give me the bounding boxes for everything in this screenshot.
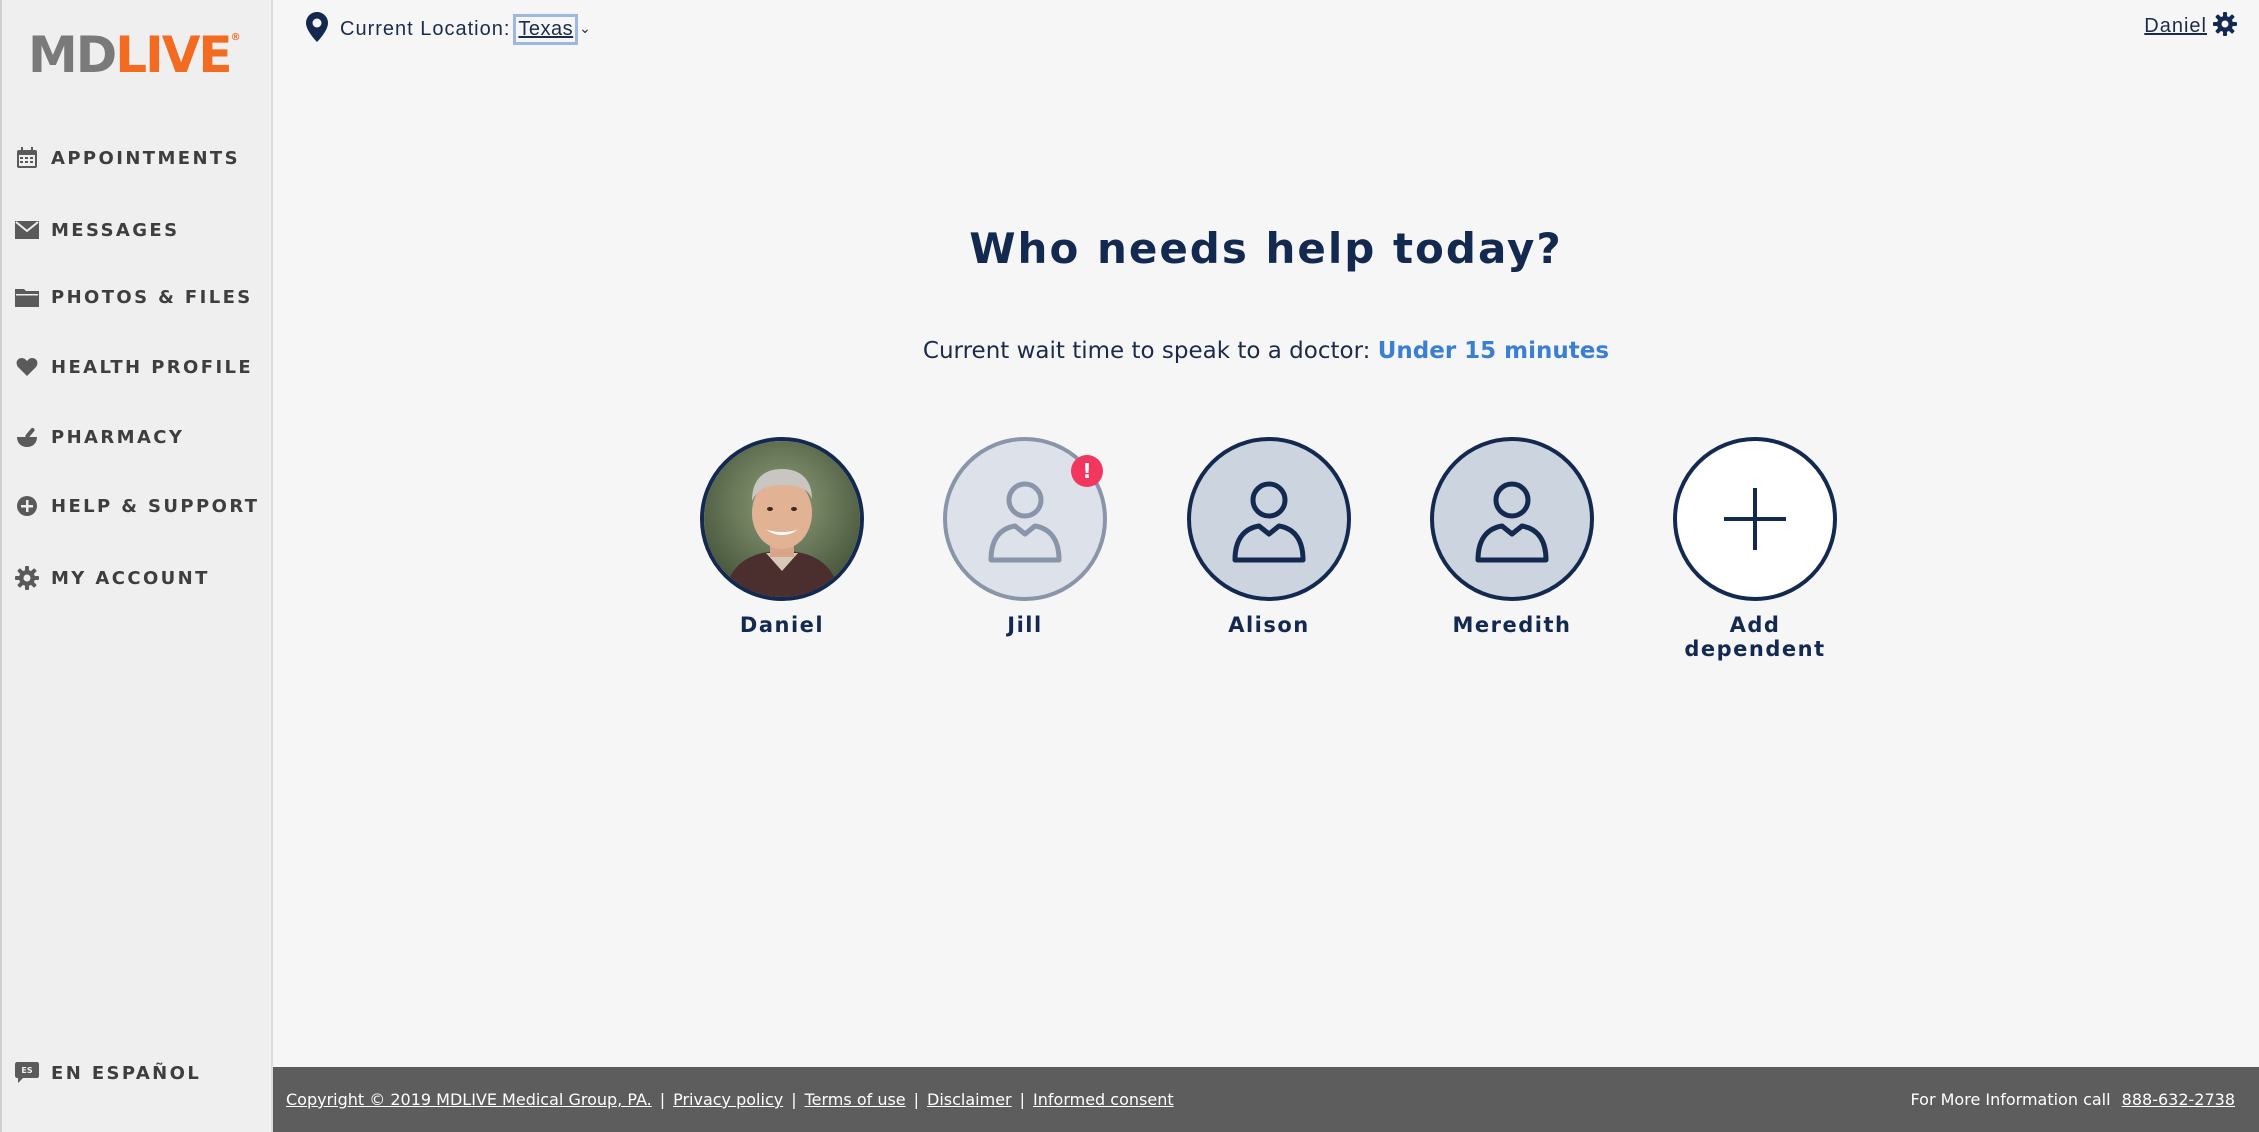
location-dropdown[interactable]: Texas	[513, 13, 579, 45]
sidebar-item-label: APPOINTMENTS	[51, 147, 240, 169]
separator: |	[1019, 1090, 1026, 1109]
avatar	[1187, 437, 1351, 601]
location-label: Current Location:	[340, 17, 511, 40]
map-pin-icon	[306, 12, 328, 46]
phone-link[interactable]: 888-632-2738	[2122, 1090, 2235, 1109]
profile-alison[interactable]: Alison	[1169, 437, 1369, 637]
terms-of-use-link[interactable]: Terms of use	[805, 1090, 906, 1109]
sidebar-item-label: MY ACCOUNT	[51, 567, 210, 589]
sidebar: MDLIVE® APPOINTMENTS MESSAGES PHOTOS & F…	[0, 0, 273, 1132]
info-label: For More Information call	[1910, 1090, 2111, 1109]
profile-name: Add dependent	[1684, 613, 1826, 661]
speech-bubble-icon: ES	[14, 1060, 40, 1086]
footer-info: For More Information call 888-632-2738	[1911, 1090, 2235, 1109]
mortar-pestle-icon	[14, 424, 40, 450]
add-dependent-button[interactable]: Add dependent	[1655, 437, 1855, 661]
sidebar-item-my-account[interactable]: MY ACCOUNT	[14, 565, 210, 591]
page-title: Who needs help today?	[969, 224, 1563, 273]
sidebar-item-label: HELP & SUPPORT	[51, 495, 260, 517]
alert-badge: !	[1071, 455, 1103, 487]
avatar: !	[943, 437, 1107, 601]
user-name-link[interactable]: Daniel	[2144, 15, 2207, 38]
profile-meredith[interactable]: Meredith	[1412, 437, 1612, 637]
settings-gear-icon[interactable]	[2213, 12, 2237, 40]
sidebar-item-messages[interactable]: MESSAGES	[14, 217, 180, 243]
avatar-photo	[704, 441, 860, 597]
sidebar-item-pharmacy[interactable]: PHARMACY	[14, 424, 184, 450]
wait-time-info: Current wait time to speak to a doctor: …	[273, 338, 2259, 364]
gear-icon	[14, 565, 40, 591]
sidebar-item-health-profile[interactable]: HEALTH PROFILE	[14, 354, 253, 380]
profile-name: Jill	[1007, 613, 1043, 637]
sidebar-item-help-support[interactable]: HELP & SUPPORT	[14, 493, 259, 519]
separator: |	[791, 1090, 797, 1109]
svg-text:ES: ES	[21, 1066, 32, 1075]
privacy-policy-link[interactable]: Privacy policy	[673, 1090, 783, 1109]
footer: Copyright © 2019 MDLIVE Medical Group, P…	[273, 1067, 2259, 1132]
language-label: EN ESPAÑOL	[51, 1062, 202, 1084]
sidebar-item-label: HEALTH PROFILE	[51, 356, 254, 378]
informed-consent-link[interactable]: Informed consent	[1033, 1090, 1174, 1109]
calendar-icon	[14, 145, 40, 171]
user-placeholder-icon	[1475, 481, 1549, 563]
heart-icon	[14, 354, 40, 380]
profile-jill[interactable]: ! Jill	[925, 437, 1125, 637]
location-selector: Current Location: Texas ⌄	[306, 12, 591, 46]
user-placeholder-icon	[988, 481, 1062, 563]
avatar	[1673, 437, 1837, 601]
plus-icon	[1724, 488, 1786, 550]
separator: |	[913, 1090, 920, 1109]
disclaimer-link[interactable]: Disclaimer	[927, 1090, 1012, 1109]
separator: |	[659, 1090, 666, 1109]
sidebar-item-photos-files[interactable]: PHOTOS & FILES	[14, 284, 253, 310]
sidebar-item-label: PHARMACY	[51, 426, 185, 448]
avatar	[1430, 437, 1594, 601]
copyright-link[interactable]: Copyright © 2019 MDLIVE Medical Group, P…	[286, 1090, 652, 1109]
mdlive-logo[interactable]: MDLIVE®	[28, 26, 241, 84]
profile-name: Meredith	[1452, 613, 1572, 637]
plus-circle-icon	[14, 493, 40, 519]
folder-icon	[14, 284, 40, 310]
wait-time-label: Current wait time to speak to a doctor:	[922, 338, 1371, 364]
user-menu: Daniel	[2144, 12, 2237, 40]
wait-time-value: Under 15 minutes	[1377, 338, 1610, 364]
sidebar-item-appointments[interactable]: APPOINTMENTS	[14, 145, 240, 171]
envelope-icon	[14, 217, 40, 243]
profile-name: Alison	[1228, 613, 1310, 637]
chevron-down-icon[interactable]: ⌄	[579, 21, 591, 37]
sidebar-item-label: MESSAGES	[51, 219, 180, 241]
profile-name: Daniel	[739, 613, 825, 637]
footer-links: Copyright © 2019 MDLIVE Medical Group, P…	[286, 1090, 1174, 1109]
user-placeholder-icon	[1232, 481, 1306, 563]
avatar	[700, 437, 864, 601]
language-toggle-espanol[interactable]: ES EN ESPAÑOL	[14, 1060, 201, 1086]
profile-daniel[interactable]: Daniel	[682, 437, 882, 637]
sidebar-item-label: PHOTOS & FILES	[51, 286, 253, 308]
